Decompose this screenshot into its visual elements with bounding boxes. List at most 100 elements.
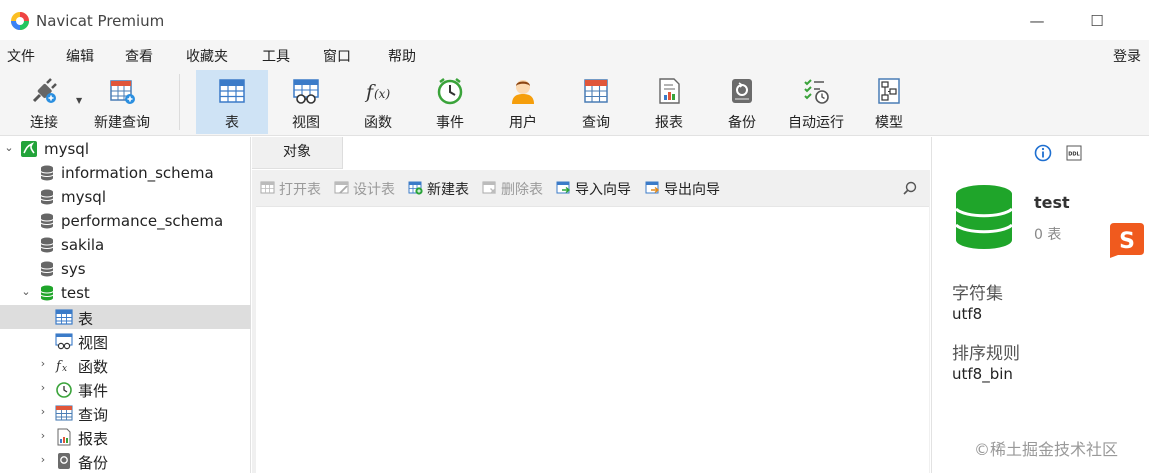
tree-db-sakila[interactable]: sakila (0, 233, 251, 257)
tool-query-label: 查询 (582, 115, 610, 131)
tool-backup[interactable]: 备份 (706, 70, 778, 134)
export-wizard-label: 导出向导 (664, 182, 720, 198)
tool-query[interactable]: 查询 (560, 70, 632, 134)
new-table-icon (408, 181, 423, 195)
tree-node-views[interactable]: 视图 (0, 329, 251, 353)
collapse-arrow-icon[interactable]: ⌄ (3, 141, 15, 155)
query-icon (55, 405, 73, 421)
expand-arrow-icon[interactable]: › (37, 381, 49, 395)
tool-table[interactable]: 表 (196, 70, 268, 134)
delete-table-label: 删除表 (501, 182, 543, 198)
clock-icon (56, 382, 72, 398)
menu-tools[interactable]: 工具 (262, 46, 290, 66)
tool-model-label: 模型 (875, 115, 903, 131)
ddl-icon[interactable]: DDL (1066, 145, 1082, 161)
title-bar: Navicat Premium — ☐ (0, 0, 1149, 40)
tab-objects[interactable]: 对象 (252, 137, 342, 168)
tree-db-test[interactable]: ⌄ test (0, 281, 251, 305)
tree-label: 函数 (78, 358, 109, 376)
info-icon[interactable] (1034, 144, 1052, 162)
window-title: Navicat Premium (36, 12, 165, 30)
tree-db-performance-schema[interactable]: performance_schema (0, 209, 251, 233)
maximize-button[interactable]: ☐ (1082, 8, 1112, 34)
delete-table-icon (482, 181, 496, 194)
connect-label: 连接 (30, 115, 58, 131)
object-toolbar: 打开表 设计表 新建表 删除表 导入向导 导出向导 (252, 170, 930, 204)
tree-label: 视图 (78, 334, 109, 352)
svg-text:(x): (x) (374, 87, 390, 101)
sogou-ime-icon[interactable]: S (1106, 221, 1146, 259)
tool-user[interactable]: 用户 (487, 70, 559, 134)
menu-help[interactable]: 帮助 (388, 46, 416, 66)
watermark-text: ©稀土掘金技术社区 (974, 440, 1119, 459)
tree-connection-mysql[interactable]: ⌄ mysql (0, 137, 251, 161)
tree-label: 报表 (78, 430, 109, 448)
menu-favorites[interactable]: 收藏夹 (186, 46, 228, 66)
tool-model[interactable]: 模型 (853, 70, 925, 134)
mysql-connection-icon (21, 141, 37, 157)
database-large-icon (954, 185, 1014, 249)
collapse-arrow-icon[interactable]: ⌄ (20, 285, 32, 299)
collation-value: utf8_bin (952, 365, 1013, 383)
menu-view[interactable]: 查看 (125, 46, 153, 66)
tree-db-mysql[interactable]: mysql (0, 185, 251, 209)
view-icon (55, 333, 73, 350)
menu-file[interactable]: 文件 (7, 46, 35, 66)
function-icon: f x (55, 359, 67, 374)
database-icon (40, 213, 54, 229)
tool-report-label: 报表 (655, 115, 683, 131)
backup-icon (732, 79, 752, 103)
tree-node-backups[interactable]: › 备份 (0, 449, 251, 473)
search-icon[interactable] (902, 180, 918, 196)
tool-function[interactable]: f (x) 函数 (342, 70, 414, 134)
tool-automation-label: 自动运行 (788, 115, 844, 131)
menu-window[interactable]: 窗口 (323, 46, 351, 66)
tree-db-sys[interactable]: sys (0, 257, 251, 281)
collation-label: 排序规则 (952, 344, 1020, 364)
tree-label: test (61, 284, 90, 302)
tool-function-label: 函数 (364, 115, 392, 131)
connection-tree: ⌄ mysql information_schema mysql perform… (0, 137, 251, 473)
database-icon (40, 261, 54, 277)
tool-event-label: 事件 (436, 115, 464, 131)
tool-backup-label: 备份 (728, 115, 756, 131)
tool-event[interactable]: 事件 (414, 70, 486, 134)
expand-arrow-icon[interactable]: › (37, 405, 49, 419)
minimize-button[interactable]: — (1022, 8, 1052, 34)
menu-edit[interactable]: 编辑 (66, 46, 94, 66)
connect-dropdown-icon[interactable]: ▼ (76, 96, 82, 105)
import-icon (556, 181, 571, 194)
new-query-button[interactable]: 新建查询 (88, 70, 156, 134)
table-count: 0 表 (1034, 227, 1062, 243)
tree-node-events[interactable]: › 事件 (0, 377, 251, 401)
svg-text:x: x (62, 364, 67, 374)
table-icon (55, 309, 73, 325)
object-list-area[interactable] (256, 206, 929, 473)
navicat-logo-icon (11, 12, 29, 30)
tree-node-tables[interactable]: 表 (0, 305, 251, 329)
tree-node-queries[interactable]: › 查询 (0, 401, 251, 425)
tree-db-information-schema[interactable]: information_schema (0, 161, 251, 185)
tree-node-functions[interactable]: › f x 函数 (0, 353, 251, 377)
charset-value: utf8 (952, 305, 983, 323)
tool-report[interactable]: 报表 (633, 70, 705, 134)
login-button[interactable]: 登录 (1113, 46, 1141, 66)
connect-button[interactable]: 连接 (12, 70, 76, 134)
tree-label: 查询 (78, 406, 109, 424)
database-open-icon (40, 285, 54, 301)
menu-bar: 文件 编辑 查看 收藏夹 工具 窗口 帮助 登录 (0, 40, 1149, 70)
tree-node-reports[interactable]: › 报表 (0, 425, 251, 449)
expand-arrow-icon[interactable]: › (37, 357, 49, 371)
database-icon (40, 237, 54, 253)
import-wizard-label: 导入向导 (575, 182, 631, 198)
tool-view[interactable]: 视图 (270, 70, 342, 134)
tree-label: sys (61, 260, 86, 278)
model-icon (878, 78, 900, 104)
expand-arrow-icon[interactable]: › (37, 453, 49, 467)
tool-automation[interactable]: 自动运行 (779, 70, 853, 134)
export-icon (645, 181, 660, 194)
ddl-icon-text: DDL (1068, 152, 1080, 158)
tab-bar: 对象 (252, 137, 930, 169)
tree-label: information_schema (61, 164, 214, 182)
expand-arrow-icon[interactable]: › (37, 429, 49, 443)
